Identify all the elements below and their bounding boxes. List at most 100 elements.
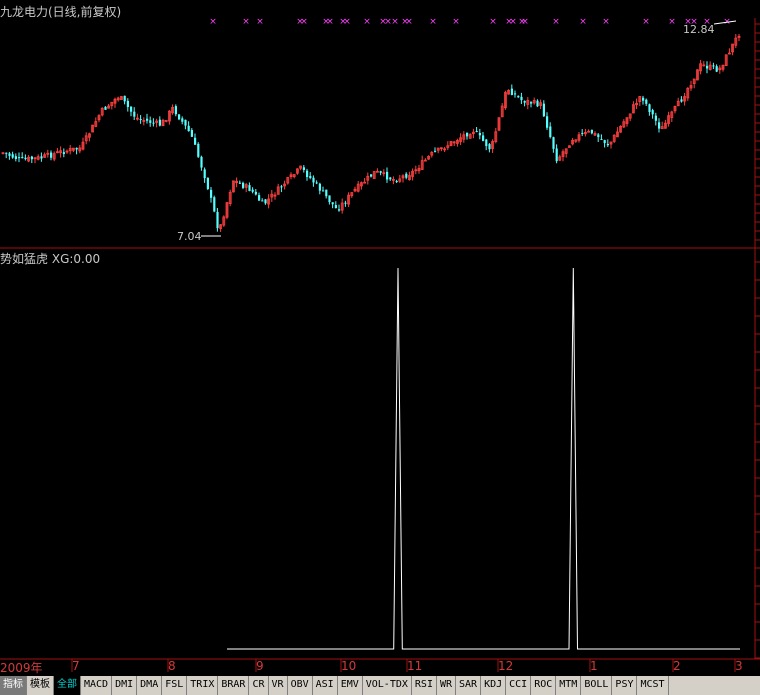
candle-body xyxy=(75,147,78,150)
candle-body xyxy=(328,195,331,203)
candle-body xyxy=(5,152,8,154)
candle-body xyxy=(606,143,609,146)
tab-11[interactable]: OBV xyxy=(288,676,313,695)
candle-body xyxy=(514,93,517,95)
tab-22[interactable]: BOLL xyxy=(581,676,613,695)
candle-body xyxy=(133,111,136,117)
signal-marker: × xyxy=(326,17,334,27)
x-label-oct: 10 xyxy=(341,659,357,673)
candle-body xyxy=(715,66,718,72)
candle-body xyxy=(306,170,309,178)
candle-body xyxy=(30,156,33,160)
candle-body xyxy=(651,110,654,115)
tab-7[interactable]: TRIX xyxy=(187,676,219,695)
candle-body xyxy=(197,143,200,157)
candle-body xyxy=(510,88,513,95)
tab-24[interactable]: MCST xyxy=(637,676,669,695)
candle-body xyxy=(642,97,645,101)
tab-0[interactable]: 指标 xyxy=(0,676,27,695)
candle-body xyxy=(590,129,593,134)
candle-body xyxy=(338,209,341,211)
signal-markers: ××××××××××××××××××××××××××××××× xyxy=(209,17,731,27)
tab-1[interactable]: 模板 xyxy=(27,676,54,695)
candle-body xyxy=(238,182,241,184)
candle-body xyxy=(174,106,177,115)
tab-12[interactable]: ASI xyxy=(313,676,338,695)
candle-body xyxy=(466,132,469,137)
tab-13[interactable]: EMV xyxy=(338,676,363,695)
candle-body xyxy=(530,102,533,104)
candle-body xyxy=(322,190,325,192)
candle-body xyxy=(395,180,398,183)
signal-marker: × xyxy=(209,17,217,27)
tab-8[interactable]: BRAR xyxy=(218,676,250,695)
signal-marker: × xyxy=(242,17,250,27)
tab-2[interactable]: 全部 xyxy=(54,676,81,695)
candle-body xyxy=(104,106,107,110)
candle-body xyxy=(603,140,606,144)
chart-title: 九龙电力(日线,前复权) xyxy=(0,5,122,19)
candle-body xyxy=(258,195,261,201)
candle-body xyxy=(485,139,488,147)
candle-body xyxy=(254,191,257,195)
tab-19[interactable]: CCI xyxy=(506,676,532,695)
tab-23[interactable]: PSY xyxy=(612,676,638,695)
candle-body xyxy=(261,200,264,202)
tab-17[interactable]: SAR xyxy=(456,676,482,695)
candle-body xyxy=(658,122,661,129)
candle-body xyxy=(200,156,203,168)
candle-body xyxy=(8,153,11,156)
candle-body xyxy=(405,173,408,178)
x-label-jan: 1 xyxy=(590,659,598,673)
indicator-tab-bar: 指标 模板 全部 MACD DMI DMA FSL TRIX BRAR CR VR OBV ASI EMV… xyxy=(0,676,760,695)
candle-body xyxy=(654,115,657,121)
candle-body xyxy=(520,96,523,101)
candle-body xyxy=(312,177,315,183)
high-price-label: 12.84 xyxy=(683,23,715,36)
candle-body xyxy=(331,202,334,205)
candle-body xyxy=(597,134,600,138)
candle-body xyxy=(648,104,651,112)
signal-marker: × xyxy=(343,17,351,27)
tab-14[interactable]: VOL-TDX xyxy=(363,676,412,695)
candle-body xyxy=(712,65,715,67)
tab-4[interactable]: DMI xyxy=(112,676,138,695)
x-label-nov: 11 xyxy=(407,659,423,673)
candle-body xyxy=(645,99,648,104)
signal-marker: × xyxy=(405,17,413,27)
tab-21[interactable]: MTM xyxy=(556,676,582,695)
tab-10[interactable]: VR xyxy=(269,676,288,695)
x-label-sep: 9 xyxy=(256,659,264,673)
xg-indicator-line[interactable] xyxy=(227,267,740,650)
x-label-2009: 2009年 xyxy=(0,661,43,675)
x-label-mar: 3 xyxy=(735,659,743,673)
candle-body xyxy=(242,182,245,188)
candle-body xyxy=(152,122,155,124)
candle-body xyxy=(24,157,27,160)
tab-16[interactable]: WR xyxy=(437,676,457,695)
signal-marker: × xyxy=(452,17,460,27)
x-label-feb: 2 xyxy=(673,659,681,673)
candle-body xyxy=(600,138,603,140)
candle-body xyxy=(194,137,197,145)
candle-body xyxy=(434,150,437,152)
candle-body xyxy=(680,99,683,102)
tab-3[interactable]: MACD xyxy=(81,676,113,695)
candle-body xyxy=(178,114,181,120)
candle-body xyxy=(62,152,65,155)
tab-20[interactable]: ROC xyxy=(531,676,557,695)
tab-15[interactable]: RSI xyxy=(412,676,437,695)
tab-6[interactable]: FSL xyxy=(162,676,188,695)
tab-18[interactable]: KDJ xyxy=(481,676,507,695)
candlestick-series[interactable] xyxy=(1,33,741,233)
tab-9[interactable]: CR xyxy=(249,676,269,695)
candle-body xyxy=(482,135,485,141)
signal-marker: × xyxy=(256,17,264,27)
candle-body xyxy=(536,100,539,107)
candle-body xyxy=(478,132,481,136)
indicator-title: 势如猛虎 XG:0.00 xyxy=(0,250,100,267)
candle-body xyxy=(302,167,305,170)
candle-body xyxy=(344,202,347,204)
candle-body xyxy=(210,189,213,198)
tab-5[interactable]: DMA xyxy=(137,676,163,695)
